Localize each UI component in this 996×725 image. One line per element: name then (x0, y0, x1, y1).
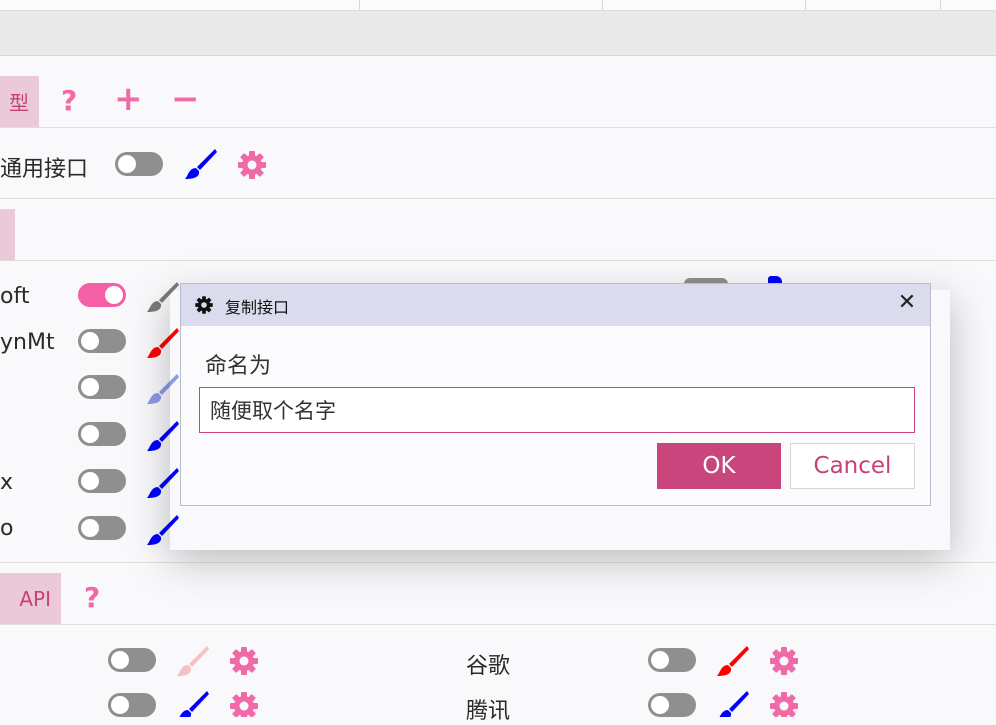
column-divider (940, 0, 941, 10)
gear-icon[interactable] (228, 645, 260, 677)
api-label: 谷歌 (466, 654, 511, 679)
gear-icon[interactable] (768, 645, 800, 677)
engine-toggle[interactable] (78, 422, 126, 446)
section-tab-model[interactable]: 型 (0, 76, 39, 127)
gear-icon[interactable] (768, 690, 800, 717)
engine-label: x (0, 470, 14, 495)
api-toggle[interactable] (108, 693, 156, 717)
close-icon[interactable]: ✕ (894, 290, 920, 315)
divider (0, 624, 996, 625)
copy-interface-dialog: 复制接口 ✕ 命名为 OK Cancel (180, 283, 931, 506)
section-tab-api[interactable]: API (0, 573, 61, 624)
gear-icon (194, 295, 214, 319)
api-toggle[interactable] (108, 648, 156, 672)
api-label: 腾讯 (466, 699, 511, 724)
engine-toggle[interactable] (78, 469, 126, 493)
dialog-titlebar: 复制接口 ✕ (181, 284, 930, 326)
help-button[interactable]: ? (84, 583, 100, 613)
gear-icon[interactable] (236, 149, 268, 181)
general-interface-toggle[interactable] (115, 152, 163, 176)
dialog-title: 复制接口 (225, 298, 290, 317)
divider (0, 260, 996, 261)
column-divider (602, 0, 603, 10)
brush-icon[interactable] (715, 643, 751, 679)
gear-icon[interactable] (228, 690, 260, 717)
toolbar (0, 11, 996, 56)
engine-label: ynMt (0, 330, 55, 355)
brush-icon[interactable] (175, 688, 211, 717)
section-tab-label: API (19, 586, 51, 611)
section-tab-label: 型 (9, 91, 29, 115)
engine-label: oft (0, 284, 30, 309)
engine-toggle[interactable] (78, 283, 126, 307)
sort-chevron-icon[interactable]: ^ (141, 0, 149, 7)
general-interface-label: 通用接口 (0, 157, 89, 182)
help-button[interactable]: ? (61, 86, 77, 116)
add-button[interactable]: + (114, 82, 143, 116)
column-divider (805, 0, 806, 10)
name-input[interactable] (199, 387, 915, 433)
divider (0, 127, 996, 128)
engine-toggle[interactable] (78, 375, 126, 399)
cancel-button[interactable]: Cancel (790, 443, 915, 489)
divider (0, 198, 996, 199)
remove-button[interactable]: − (171, 82, 200, 116)
engine-label: o (0, 516, 14, 541)
api-toggle[interactable] (648, 648, 696, 672)
divider (0, 562, 996, 563)
column-divider (359, 0, 360, 10)
brush-icon[interactable] (183, 146, 219, 182)
section-tab-translators[interactable] (0, 209, 15, 260)
ok-button[interactable]: OK (657, 443, 781, 489)
brush-icon[interactable] (715, 688, 751, 717)
name-field-label: 命名为 (205, 354, 272, 379)
engine-toggle[interactable] (78, 516, 126, 540)
brush-icon[interactable] (175, 643, 211, 679)
api-toggle[interactable] (648, 693, 696, 717)
engine-toggle[interactable] (78, 329, 126, 353)
table-header-strip: ^ (0, 0, 996, 11)
